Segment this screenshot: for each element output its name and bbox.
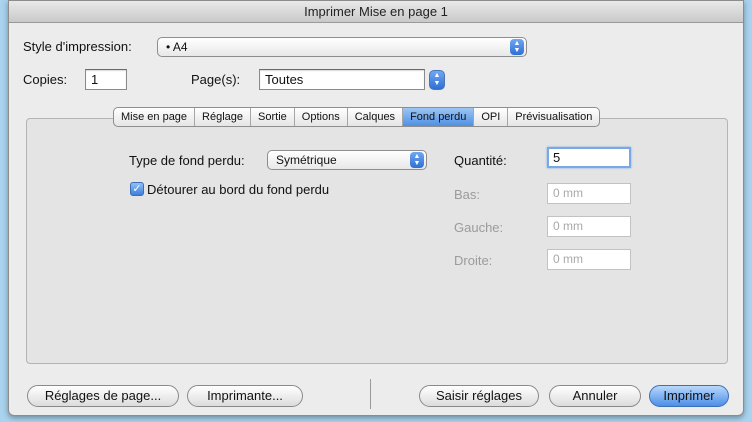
window-title: Imprimer Mise en page 1 [9,1,743,23]
left-field[interactable]: 0 mm [547,216,631,237]
print-style-label: Style d'impression: [23,39,132,54]
tab-sortie[interactable]: Sortie [251,108,295,126]
pages-field[interactable]: Toutes [259,69,425,90]
tab-options[interactable]: Options [295,108,348,126]
pages-popup-button[interactable]: ▲ ▼ [429,70,445,90]
bottom-label: Bas: [454,187,481,202]
right-label: Droite: [454,253,493,268]
printer-button[interactable]: Imprimante... [187,385,303,407]
button-separator [370,379,371,409]
page-setup-button[interactable]: Réglages de page... [27,385,179,407]
left-label: Gauche: [454,220,504,235]
print-style-value: • A4 [166,40,188,54]
tab-bar: Mise en page Réglage Sortie Options Calq… [113,107,601,127]
chevron-updown-icon: ▲ ▼ [510,39,524,55]
bleed-type-value: Symétrique [276,153,337,167]
right-field[interactable]: 0 mm [547,249,631,270]
tab-calques[interactable]: Calques [348,108,404,126]
bleed-type-label: Type de fond perdu: [129,153,245,168]
copies-field[interactable]: 1 [85,69,127,90]
tab-mise-en-page[interactable]: Mise en page [114,108,196,126]
tab-previsualisation[interactable]: Prévisualisation [508,108,599,126]
print-style-popup[interactable]: • A4 ▲ ▼ [157,37,527,57]
tab-opi[interactable]: OPI [474,108,509,126]
capture-settings-button[interactable]: Saisir réglages [419,385,539,407]
quantity-field[interactable]: 5 [547,147,631,168]
tab-fond-perdu[interactable]: Fond perdu [403,108,475,126]
bleed-type-popup[interactable]: Symétrique ▲ ▼ [267,150,427,170]
bottom-field[interactable]: 0 mm [547,183,631,204]
print-button[interactable]: Imprimer [649,385,729,407]
cancel-button[interactable]: Annuler [549,385,641,407]
quantity-label: Quantité: [454,153,507,168]
pages-label: Page(s): [191,72,241,87]
tab-reglage[interactable]: Réglage [195,108,252,126]
print-dialog: Imprimer Mise en page 1 Style d'impressi… [8,0,744,416]
copies-label: Copies: [23,72,68,87]
clip-to-bleed-checkbox[interactable]: ✓ [130,182,144,196]
chevron-updown-icon: ▲ ▼ [410,152,424,168]
chevron-updown-icon: ▲ ▼ [433,72,441,87]
clip-to-bleed-label: Détourer au bord du fond perdu [147,182,330,197]
